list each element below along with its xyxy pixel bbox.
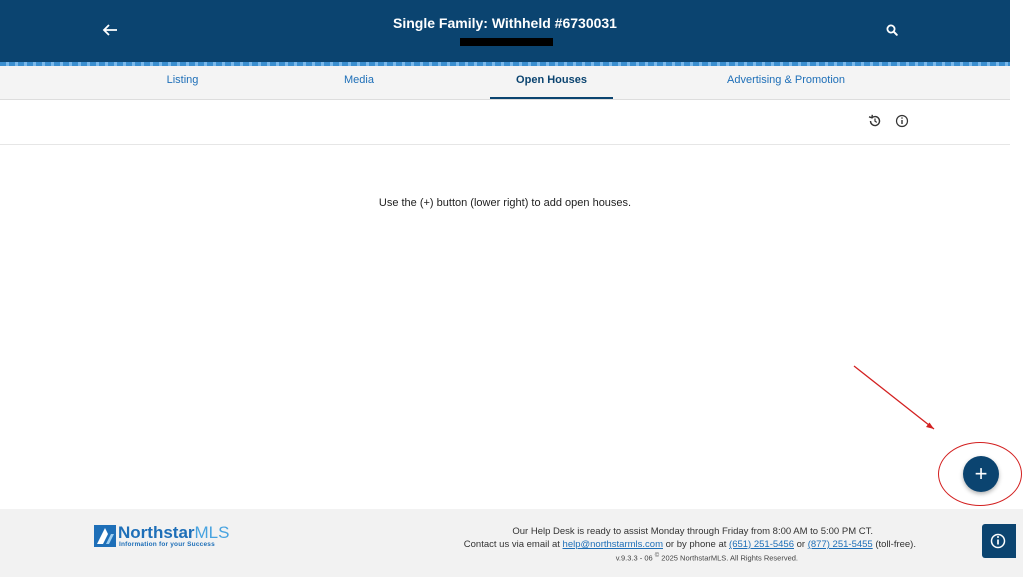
- info-button[interactable]: [893, 112, 911, 130]
- tab-bar: Listing Media Open Houses Advertising & …: [0, 66, 1010, 100]
- logo-name-northstar: Northstar: [118, 523, 195, 542]
- version-copyright: v.9.3.3 - 06 © 2025 NorthstarMLS. All Ri…: [616, 553, 798, 563]
- redacted-address: [460, 38, 553, 46]
- history-button[interactable]: [866, 112, 884, 130]
- footer: NorthstarMLS Information for your Succes…: [0, 509, 1023, 577]
- app-header: Single Family: Withheld #6730031: [0, 0, 1010, 66]
- tab-listing[interactable]: Listing: [130, 66, 235, 99]
- page-title: Single Family: Withheld #6730031: [393, 15, 617, 31]
- email-link[interactable]: help@northstarmls.com: [563, 539, 663, 550]
- help-desk-hours: Our Help Desk is ready to assist Monday …: [512, 526, 873, 537]
- northstar-mark-icon: [94, 525, 116, 547]
- search-icon: [886, 24, 898, 36]
- logo-name-mls: MLS: [194, 523, 230, 542]
- add-open-house-button[interactable]: +: [963, 456, 999, 492]
- info-circle-icon: [990, 533, 1006, 549]
- logo-name: NorthstarMLS: [118, 523, 229, 543]
- version-number: v.9.3.3 - 06: [615, 553, 655, 563]
- phone-link-local[interactable]: (651) 251-5456: [729, 539, 794, 550]
- contact-mid: or by phone at: [663, 539, 730, 550]
- logo-tagline: Information for your Success: [119, 541, 215, 548]
- contact-line: Contact us via email at help@northstarml…: [464, 539, 916, 550]
- tab-media[interactable]: Media: [305, 66, 413, 99]
- search-button[interactable]: [880, 18, 904, 42]
- copyright-text: 2025 NorthstarMLS. All Rights Reserved.: [659, 553, 798, 563]
- tab-advertising-promotion[interactable]: Advertising & Promotion: [713, 66, 859, 99]
- contact-prefix: Contact us via email at: [463, 539, 563, 550]
- help-info-button[interactable]: [982, 524, 1016, 558]
- contact-suffix: (toll-free).: [872, 539, 916, 550]
- annotation-arrow-icon: [853, 365, 935, 430]
- info-icon: [895, 114, 909, 128]
- tab-open-houses[interactable]: Open Houses: [490, 66, 613, 99]
- toolbar: [0, 100, 1010, 145]
- northstar-logo: NorthstarMLS Information for your Succes…: [94, 523, 234, 549]
- phone-link-tollfree[interactable]: (877) 251-5455: [808, 539, 873, 550]
- history-icon: [868, 114, 881, 127]
- contact-or: or: [794, 539, 808, 550]
- empty-state-message: Use the (+) button (lower right) to add …: [378, 197, 632, 209]
